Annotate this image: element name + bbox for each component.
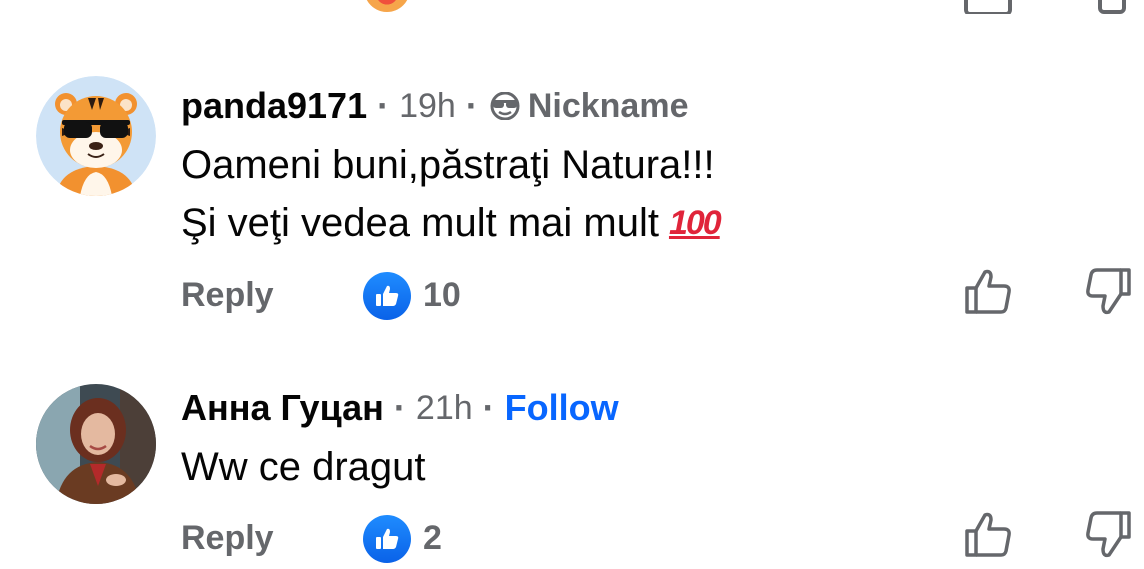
comment-line: Oameni buni,păstraţi Natura!!! [181, 143, 715, 187]
thumbs-down-partial-icon[interactable] [1098, 0, 1126, 14]
like-badge-icon[interactable] [363, 272, 411, 320]
nickname-badge: Nickname [488, 84, 689, 128]
reply-button[interactable]: Reply [181, 276, 274, 315]
previous-comment-actions-partial [0, 0, 1144, 14]
thumbs-up-outline-icon[interactable] [963, 266, 1013, 318]
thumbs-up-outline-icon[interactable] [963, 509, 1013, 561]
reply-button[interactable]: Reply [181, 519, 274, 558]
thumbs-down-outline-icon[interactable] [1085, 509, 1131, 561]
follow-button[interactable]: Follow [505, 386, 619, 430]
thumbs-down-outline-icon[interactable] [1085, 266, 1131, 318]
thumbs-up-filled-icon [376, 285, 399, 306]
thumbs-up-filled-icon [376, 528, 399, 549]
nickname-label: Nickname [527, 87, 689, 125]
comment-line: Ww ce dragut [181, 445, 426, 489]
avatar[interactable] [36, 76, 156, 196]
hundred-points-emoji: 100 [668, 204, 722, 242]
comment-line-with-emoji: Şi veţi vedea mult mai mult 100 [181, 194, 722, 252]
thumbs-up-partial-icon[interactable] [964, 0, 1012, 14]
comment-body: Oameni buni,păstraţi Natura!!! Şi veţi v… [181, 136, 722, 252]
comment-line: Şi veţi vedea mult mai mult [181, 201, 659, 245]
comment-actions: Reply 2 [181, 511, 1131, 565]
author-name[interactable]: panda9171 [181, 84, 367, 128]
separator-dot: · [377, 85, 390, 126]
tiger-avatar-icon [36, 76, 156, 196]
timestamp: 19h [399, 87, 456, 125]
comment-header: panda9171 · 19h · Nickname [181, 84, 688, 128]
separator-dot: · [393, 387, 406, 428]
woman-portrait-avatar-icon [36, 384, 156, 504]
author-name[interactable]: Анна Гуцан [181, 386, 384, 430]
separator-dot: · [465, 85, 478, 126]
comment-actions: Reply 10 [181, 268, 1131, 322]
comment-header: Анна Гуцан · 21h · Follow [181, 386, 619, 430]
like-count: 2 [423, 519, 442, 557]
comment-body: Ww ce dragut [181, 438, 426, 496]
avatar[interactable] [36, 384, 156, 504]
like-badge-icon[interactable] [363, 515, 411, 563]
timestamp: 21h [415, 389, 473, 427]
sunglasses-face-icon [490, 92, 520, 120]
reaction-badge-partial-icon [364, 0, 410, 12]
separator-dot: · [482, 387, 495, 428]
like-count: 10 [423, 276, 461, 314]
